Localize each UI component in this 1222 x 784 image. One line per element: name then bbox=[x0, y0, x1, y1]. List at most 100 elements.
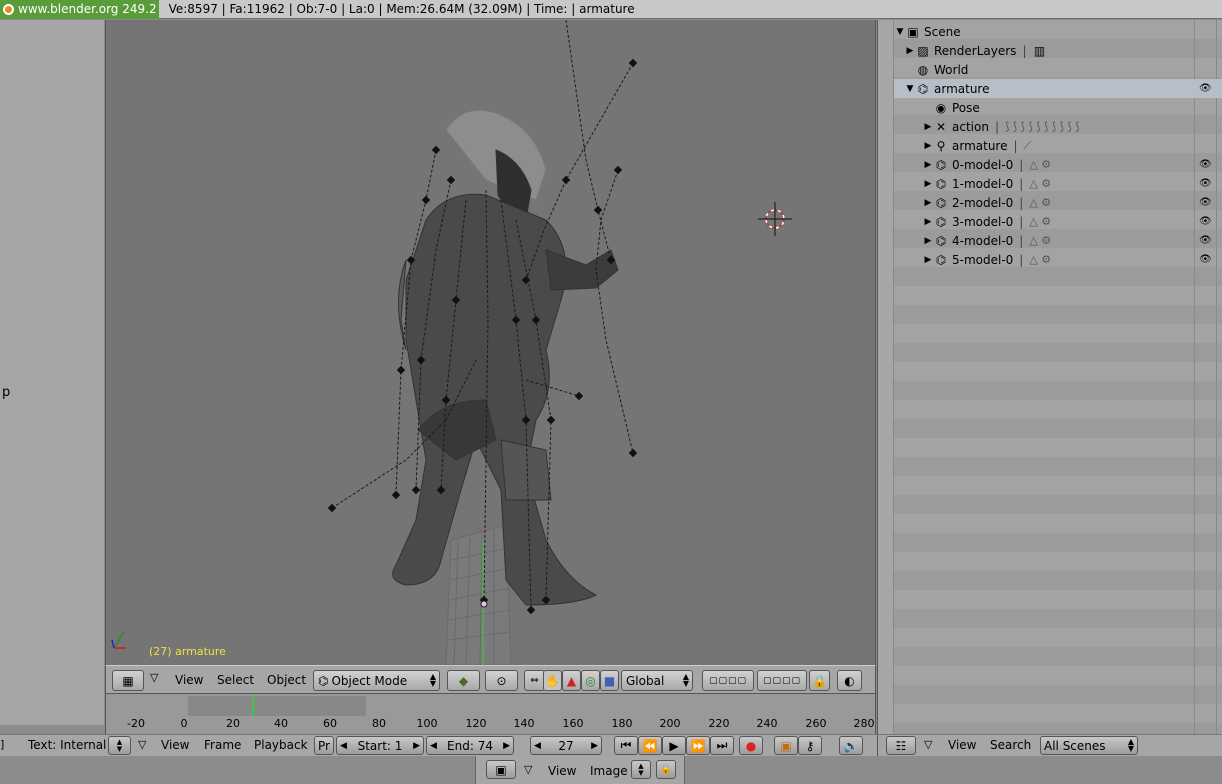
editor-type-button[interactable]: ☷ bbox=[886, 736, 916, 755]
layer-buttons-1[interactable]: ▢▢▢▢ bbox=[702, 670, 754, 691]
manipulator-toggle[interactable]: ⇔ bbox=[524, 670, 545, 691]
visibility-eye-icon[interactable]: 👁 bbox=[1199, 178, 1212, 189]
audio-sync-button[interactable]: 🔈 bbox=[839, 736, 863, 755]
outliner-row-action[interactable]: ▶ ✕ action | ⟆ ⟆ ⟆ ⟆ ⟆ ⟆ ⟆ ⟆ ⟆ ⟆ bbox=[894, 117, 1222, 136]
timeline-ruler[interactable]: -20 0 20 40 60 80 100 120 140 160 180 20… bbox=[105, 694, 876, 734]
menu-view[interactable]: View bbox=[948, 738, 976, 752]
collapse-menu-icon[interactable]: ▽ bbox=[150, 671, 158, 684]
expand-triangle-icon[interactable]: ▼ bbox=[894, 27, 906, 37]
visibility-eye-icon[interactable]: 👁 bbox=[1199, 159, 1212, 170]
3d-viewport[interactable]: (27) armature bbox=[105, 20, 876, 665]
outliner-row-model[interactable]: ▶ ⌬ 0-model-0 | △ ⚙ 👁 bbox=[894, 155, 1222, 174]
manipulator-scale[interactable]: ◎ bbox=[581, 670, 600, 691]
outliner[interactable]: ▼ ▣ Scene ▶ ▨ RenderLayers | ▥ ◍ World ▼… bbox=[877, 20, 1222, 734]
manipulator-mode[interactable]: ■ bbox=[600, 670, 619, 691]
insert-key-button[interactable]: ⚷ bbox=[798, 736, 822, 755]
expand-triangle-icon[interactable]: ▶ bbox=[922, 236, 934, 246]
expand-triangle-icon[interactable]: ▶ bbox=[922, 160, 934, 170]
record-button[interactable]: ● bbox=[739, 736, 763, 755]
menu-select[interactable]: Select bbox=[217, 673, 254, 687]
start-frame-field[interactable]: ◀ Start: 1 ▶ bbox=[336, 736, 424, 755]
expand-triangle-icon[interactable]: ▶ bbox=[922, 217, 934, 227]
render-opengl-button[interactable]: ◐ bbox=[837, 670, 862, 691]
collapse-menu-icon[interactable]: ▽ bbox=[524, 763, 532, 776]
tick-label: -20 bbox=[127, 717, 145, 730]
menu-view[interactable]: View bbox=[548, 764, 576, 778]
lock-button[interactable]: 🔒 bbox=[656, 760, 676, 779]
collapse-menu-icon[interactable]: ▽ bbox=[924, 738, 932, 751]
visibility-eye-icon[interactable]: 👁 bbox=[1199, 254, 1212, 265]
menu-view[interactable]: View bbox=[175, 673, 203, 687]
play-icon: ▶ bbox=[669, 738, 679, 753]
outliner-row-pose[interactable]: ◉ Pose bbox=[894, 98, 1222, 117]
row-label: World bbox=[934, 62, 969, 77]
jump-start-icon: ⏮ bbox=[620, 738, 632, 752]
menu-image[interactable]: Image bbox=[590, 764, 628, 778]
expand-triangle-icon[interactable]: ▶ bbox=[922, 141, 934, 151]
image-browse-button[interactable]: ▲ ▼ bbox=[631, 760, 651, 779]
jump-end-button[interactable]: ⏭ bbox=[710, 736, 734, 755]
visibility-eye-icon[interactable]: 👁 bbox=[1199, 235, 1212, 246]
outliner-row-armature-data[interactable]: ▶ ⚲ armature | ⟋ bbox=[894, 136, 1222, 155]
lock-layers-button[interactable]: 🔒 bbox=[809, 670, 830, 691]
keying-icon: ▣ bbox=[780, 738, 792, 753]
pivot-select[interactable]: ⊙ bbox=[485, 670, 518, 691]
modifier-icon: △ ⚙ bbox=[1029, 196, 1052, 209]
menu-frame[interactable]: Frame bbox=[204, 738, 241, 752]
outliner-row-model[interactable]: ▶ ⌬ 4-model-0 | △ ⚙ 👁 bbox=[894, 231, 1222, 250]
collapse-menu-icon[interactable]: ▽ bbox=[138, 738, 146, 751]
visibility-eye-icon[interactable]: 👁 bbox=[1199, 197, 1212, 208]
axis-gizmo bbox=[111, 631, 126, 649]
next-keyframe-button[interactable]: ⏩ bbox=[686, 736, 710, 755]
jump-start-button[interactable]: ⏮ bbox=[614, 736, 638, 755]
armature-icon: ⌬ bbox=[935, 233, 947, 248]
editor-type-button[interactable]: ▣ bbox=[486, 760, 516, 779]
draw-type-select[interactable]: ◆ bbox=[447, 670, 480, 691]
collapse-edge[interactable]: ] bbox=[0, 738, 4, 751]
armature-icon: ⌬ bbox=[935, 214, 947, 229]
menu-view[interactable]: View bbox=[161, 738, 189, 752]
tick-label: 20 bbox=[226, 717, 240, 730]
outliner-row-model[interactable]: ▶ ⌬ 5-model-0 | △ ⚙ 👁 bbox=[894, 250, 1222, 269]
expand-triangle-icon[interactable]: ▶ bbox=[922, 122, 934, 132]
next-keyframe-icon: ⏩ bbox=[690, 738, 706, 753]
preview-range-button[interactable]: Pr bbox=[314, 736, 334, 755]
current-frame-field[interactable]: ◀ 27 ▶ bbox=[530, 736, 602, 755]
keying-set-button[interactable]: ▣ bbox=[774, 736, 798, 755]
menu-playback[interactable]: Playback bbox=[254, 738, 308, 752]
left-arrow-icon: ◀ bbox=[534, 740, 541, 751]
editor-type-button[interactable]: ▦ bbox=[112, 670, 144, 691]
layer-buttons-2[interactable]: ▢▢▢▢ bbox=[757, 670, 807, 691]
expand-triangle-icon[interactable]: ▶ bbox=[904, 46, 916, 56]
layers-icon: ▢▢▢▢ bbox=[708, 675, 747, 686]
row-label: armature bbox=[934, 81, 990, 96]
grid-icon: ▦ bbox=[122, 673, 134, 688]
outliner-row-armature-object[interactable]: ▼ ⌬ armature 👁 bbox=[894, 79, 1222, 98]
orientation-select[interactable]: Global ▲ ▼ bbox=[621, 670, 693, 691]
scene-filter-select[interactable]: All Scenes ▲ ▼ bbox=[1040, 736, 1138, 755]
visibility-eye-icon[interactable]: 👁 bbox=[1199, 83, 1212, 94]
outliner-row-scene[interactable]: ▼ ▣ Scene bbox=[894, 22, 1222, 41]
end-frame-field[interactable]: ◀ End: 74 ▶ bbox=[426, 736, 514, 755]
manipulator-rotate[interactable]: ▲ bbox=[562, 670, 581, 691]
mode-select[interactable]: ⌬ Object Mode ▲ ▼ bbox=[313, 670, 440, 691]
outliner-row-renderlayers[interactable]: ▶ ▨ RenderLayers | ▥ bbox=[894, 41, 1222, 60]
outliner-row-model[interactable]: ▶ ⌬ 3-model-0 | △ ⚙ 👁 bbox=[894, 212, 1222, 231]
outliner-row-model[interactable]: ▶ ⌬ 2-model-0 | △ ⚙ 👁 bbox=[894, 193, 1222, 212]
outliner-row-world[interactable]: ◍ World bbox=[894, 60, 1222, 79]
play-button[interactable]: ▶ bbox=[662, 736, 686, 755]
menu-search[interactable]: Search bbox=[990, 738, 1031, 752]
blender-brand[interactable]: www.blender.org 249.2 bbox=[0, 0, 159, 19]
outliner-row-model[interactable]: ▶ ⌬ 1-model-0 | △ ⚙ 👁 bbox=[894, 174, 1222, 193]
current-frame-line[interactable] bbox=[252, 696, 254, 716]
prev-keyframe-button[interactable]: ⏪ bbox=[638, 736, 662, 755]
expand-triangle-icon[interactable]: ▼ bbox=[904, 84, 916, 94]
manipulator-translate[interactable]: ✋ bbox=[543, 670, 562, 691]
armature-data-icon: ⚲ bbox=[936, 138, 946, 153]
expand-triangle-icon[interactable]: ▶ bbox=[922, 179, 934, 189]
menu-object[interactable]: Object bbox=[267, 673, 306, 687]
editor-type-button[interactable]: ▲ ▼ bbox=[108, 736, 131, 755]
expand-triangle-icon[interactable]: ▶ bbox=[922, 255, 934, 265]
visibility-eye-icon[interactable]: 👁 bbox=[1199, 216, 1212, 227]
expand-triangle-icon[interactable]: ▶ bbox=[922, 198, 934, 208]
